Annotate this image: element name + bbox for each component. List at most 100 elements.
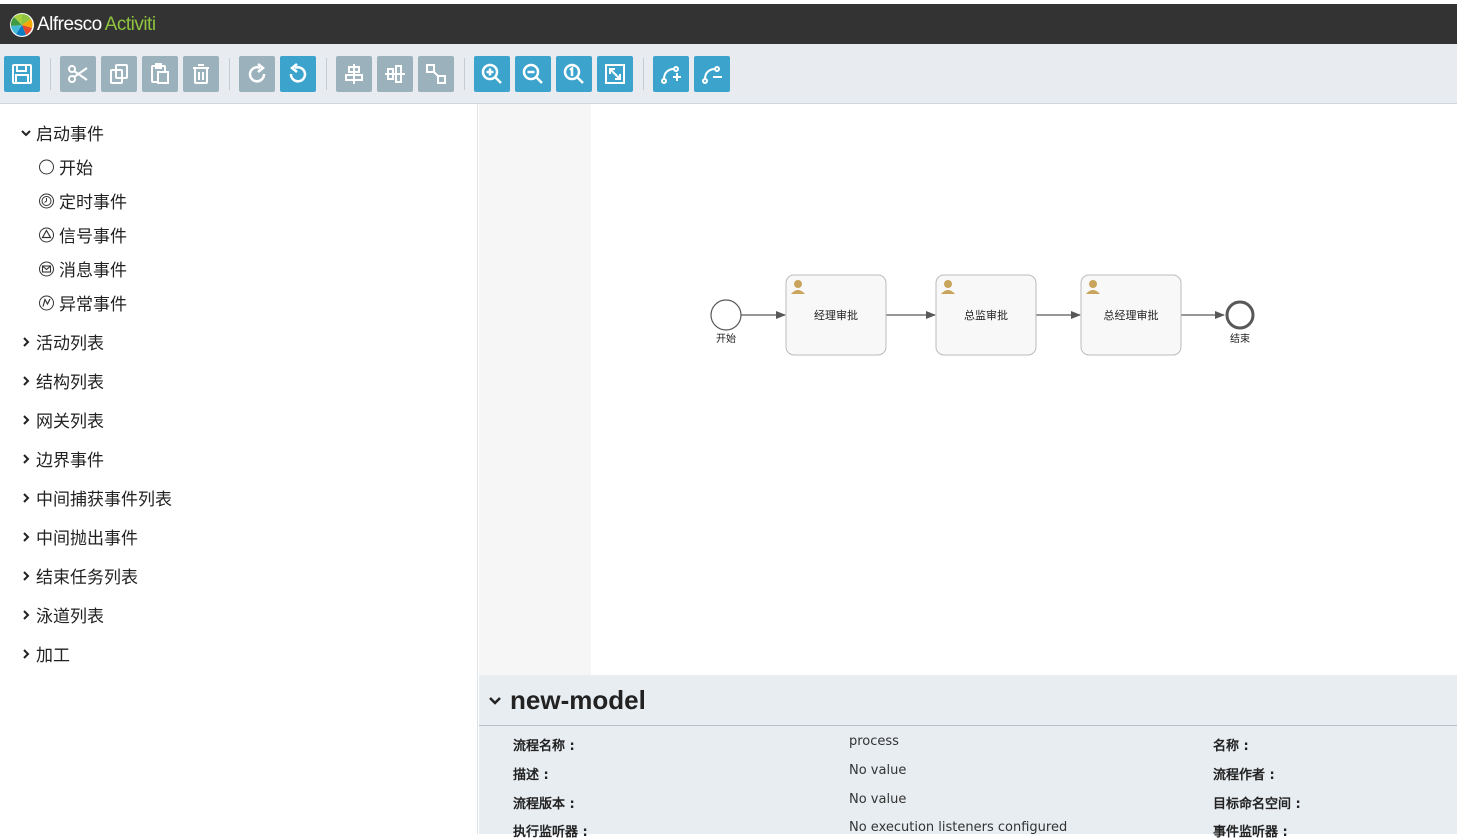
palette-item-message[interactable]: 消息事件 <box>38 256 127 281</box>
remove-bendpoint-icon <box>702 66 722 84</box>
palette-item-label: 信号事件 <box>59 227 127 247</box>
property-value[interactable]: process <box>849 734 899 749</box>
redo-button[interactable] <box>239 56 275 92</box>
property-value[interactable]: No value <box>849 763 906 778</box>
palette-group-label: 网关列表 <box>36 412 104 432</box>
align-vertical-icon <box>385 65 405 83</box>
properties-header[interactable]: new-model <box>479 675 1457 726</box>
palette-group-throw-events[interactable]: 中间抛出事件 <box>20 524 138 549</box>
chevron-right-icon <box>23 336 30 347</box>
property-label: 流程作者 : <box>1213 768 1275 783</box>
remove-bendpoint-button[interactable] <box>694 56 730 92</box>
zoom-in-button[interactable] <box>474 56 510 92</box>
palette-item-label: 异常事件 <box>59 295 127 315</box>
timer-icon <box>39 193 54 209</box>
copy-button[interactable] <box>101 56 137 92</box>
chevron-right-icon <box>23 453 30 464</box>
editor-toolbar <box>0 44 1457 104</box>
start-event[interactable] <box>710 299 742 331</box>
zoom-actual-icon <box>563 63 584 84</box>
zoom-fit-icon <box>605 64 625 84</box>
property-value[interactable]: No value <box>849 792 906 807</box>
palette-group-boundary-events[interactable]: 边界事件 <box>20 446 104 471</box>
palette-item-signal[interactable]: 信号事件 <box>38 222 127 247</box>
property-label: 目标命名空间 : <box>1213 797 1301 812</box>
chevron-right-icon <box>23 648 30 659</box>
copy-icon <box>110 64 128 84</box>
scissors-icon <box>68 65 88 83</box>
palette-group-structural[interactable]: 结构列表 <box>20 368 104 393</box>
user-task-label: 经理审批 <box>814 308 858 322</box>
brand-product: Activiti <box>104 14 156 35</box>
palette-group-label: 泳道列表 <box>36 607 104 627</box>
palette-group-activities[interactable]: 活动列表 <box>20 329 104 354</box>
palette-group-label: 中间抛出事件 <box>36 529 138 549</box>
property-label: 流程名称 : <box>513 739 575 754</box>
property-label: 执行监听器 : <box>513 825 588 840</box>
zoom-in-icon <box>481 63 502 84</box>
zoom-fit-button[interactable] <box>597 56 633 92</box>
same-size-button[interactable] <box>418 56 454 92</box>
property-value[interactable]: No execution listeners configured <box>849 820 1067 835</box>
zoom-actual-button[interactable] <box>556 56 592 92</box>
start-event-label: 开始 <box>716 332 736 345</box>
paste-icon <box>151 63 169 84</box>
undo-icon <box>289 63 307 83</box>
property-label: 流程版本 : <box>513 797 575 812</box>
palette-group-label: 结束任务列表 <box>36 568 138 588</box>
diagram-canvas[interactable]: 开始 经理审批 总监审批 总经理审批 结束 <box>591 104 1457 675</box>
paste-button[interactable] <box>142 56 178 92</box>
palette-group-label: 边界事件 <box>36 451 104 471</box>
circle-icon <box>39 159 54 175</box>
toolbar-separator <box>50 58 51 90</box>
brand-name: Alfresco <box>37 14 102 35</box>
palette-group-label: 加工 <box>36 646 70 666</box>
palette-item-label: 定时事件 <box>59 193 127 213</box>
toolbar-separator <box>643 58 644 90</box>
end-event[interactable] <box>1225 300 1255 330</box>
save-button[interactable] <box>4 56 40 92</box>
toolbar-separator <box>464 58 465 90</box>
add-bendpoint-icon <box>661 66 681 84</box>
palette-group-artifacts[interactable]: 加工 <box>20 641 70 666</box>
trash-icon <box>193 64 209 84</box>
same-size-icon <box>426 64 446 84</box>
chevron-right-icon <box>23 531 30 542</box>
canvas-area: 开始 经理审批 总监审批 总经理审批 结束 <box>479 104 1457 675</box>
zoom-out-button[interactable] <box>515 56 551 92</box>
property-label: 事件监听器 : <box>1213 825 1288 840</box>
user-task-label: 总监审批 <box>964 308 1008 322</box>
palette-group-gateways[interactable]: 网关列表 <box>20 407 104 432</box>
align-horizontal-button[interactable] <box>336 56 372 92</box>
model-title: new-model <box>510 684 646 715</box>
signal-icon <box>39 227 54 243</box>
palette-item-error[interactable]: 异常事件 <box>38 290 127 315</box>
chevron-down-icon <box>21 129 31 136</box>
message-icon <box>39 261 54 277</box>
add-bendpoint-button[interactable] <box>653 56 689 92</box>
chevron-right-icon <box>23 609 30 620</box>
error-icon <box>39 295 54 311</box>
chevron-right-icon <box>23 414 30 425</box>
palette-group-end-events[interactable]: 结束任务列表 <box>20 563 138 588</box>
cut-button[interactable] <box>60 56 96 92</box>
align-vertical-button[interactable] <box>377 56 413 92</box>
save-icon <box>12 64 32 84</box>
palette-group-start-events[interactable]: 启动事件 <box>20 120 104 145</box>
palette-sidebar: 启动事件 开始 定时事件 信号事件 消息事件 异常事件 活动列表 结构列表 网关… <box>0 104 478 834</box>
palette-group-catch-events[interactable]: 中间捕获事件列表 <box>20 485 172 510</box>
palette-item-timer[interactable]: 定时事件 <box>38 188 127 213</box>
palette-group-label: 启动事件 <box>36 125 104 145</box>
delete-button[interactable] <box>183 56 219 92</box>
palette-group-label: 结构列表 <box>36 373 104 393</box>
palette-item-label: 消息事件 <box>59 261 127 281</box>
palette-item-start[interactable]: 开始 <box>38 154 93 179</box>
undo-button[interactable] <box>280 56 316 92</box>
palette-group-swimlanes[interactable]: 泳道列表 <box>20 602 104 627</box>
align-horizontal-icon <box>345 64 363 84</box>
chevron-right-icon <box>23 492 30 503</box>
chevron-right-icon <box>23 570 30 581</box>
palette-group-label: 活动列表 <box>36 334 104 354</box>
toolbar-separator <box>229 58 230 90</box>
process-diagram: 开始 经理审批 总监审批 总经理审批 结束 <box>710 274 1255 356</box>
